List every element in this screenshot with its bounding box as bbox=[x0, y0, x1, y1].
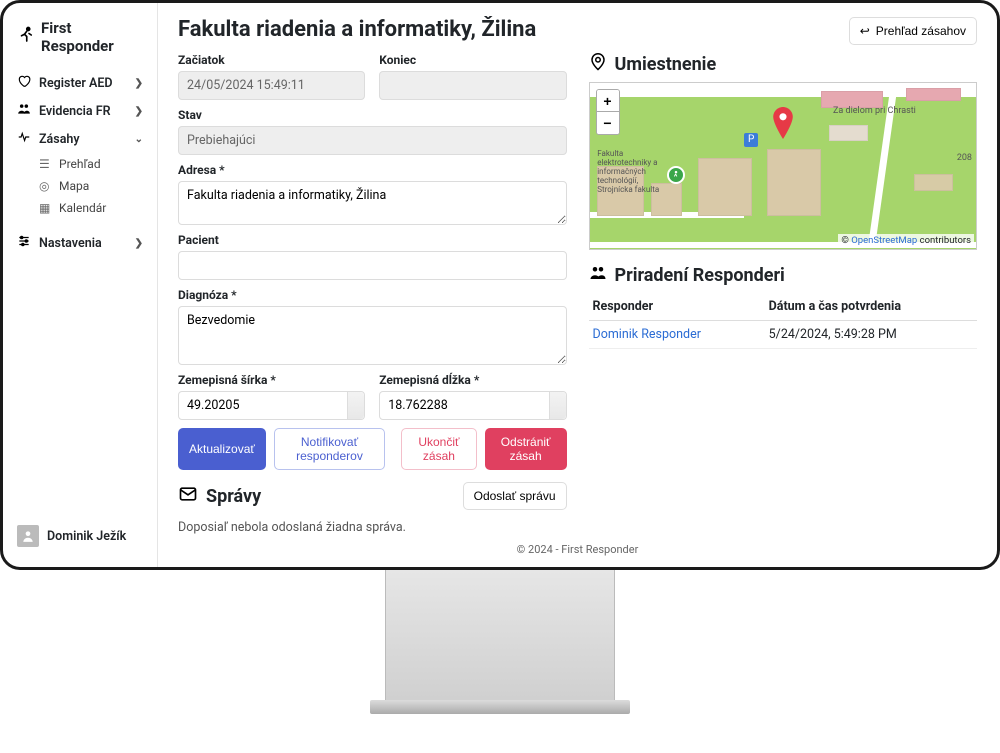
responders-title: Priradení Responderi bbox=[615, 265, 785, 286]
delete-button[interactable]: Odstrániť zásah bbox=[485, 428, 567, 470]
user-box[interactable]: Dominik Ježík bbox=[11, 517, 149, 555]
page-title: Fakulta riadenia a informatiky, Žilina bbox=[178, 17, 536, 42]
brand-logo[interactable]: First Responder bbox=[11, 15, 149, 69]
messages-title: Správy bbox=[206, 486, 261, 507]
people-icon bbox=[589, 264, 607, 287]
responder-link[interactable]: Dominik Responder bbox=[593, 327, 701, 342]
label-dlzka: Zemepisná dĺžka * bbox=[379, 373, 566, 387]
sidebar-sub-kalendar[interactable]: ▦ Kalendár bbox=[11, 197, 149, 219]
nav-label: Evidencia FR bbox=[39, 104, 111, 119]
table-row: Dominik Responder 5/24/2024, 5:49:28 PM bbox=[589, 321, 978, 349]
input-dlzka[interactable] bbox=[379, 391, 566, 420]
location-title: Umiestnenie bbox=[615, 54, 717, 75]
messages-empty: Doposiaľ nebola odoslaná žiadna správa. bbox=[178, 520, 567, 535]
avatar bbox=[17, 525, 39, 547]
list-icon: ☰ bbox=[39, 157, 51, 171]
sidebar-item-register-aed[interactable]: Register AED ❯ bbox=[11, 69, 149, 97]
chevron-down-icon: ⌄ bbox=[135, 134, 143, 145]
location-icon bbox=[589, 53, 607, 76]
zoom-in-button[interactable]: + bbox=[597, 90, 619, 112]
runner-icon bbox=[17, 26, 35, 48]
pulse-icon bbox=[17, 130, 31, 148]
walker-marker bbox=[667, 166, 685, 184]
update-button[interactable]: Aktualizovať bbox=[178, 428, 266, 470]
sidebar-sub-prehlad[interactable]: ☰ Prehľad bbox=[11, 153, 149, 175]
label-koniec: Koniec bbox=[379, 53, 566, 67]
sub-label: Kalendár bbox=[59, 201, 106, 215]
zoom-out-button[interactable]: − bbox=[597, 112, 619, 134]
sub-label: Prehľad bbox=[59, 157, 101, 171]
input-pacient[interactable] bbox=[178, 251, 567, 280]
sidebar-item-zasahy[interactable]: Zásahy ⌄ bbox=[11, 125, 149, 153]
textarea-diagnoza[interactable] bbox=[178, 306, 567, 365]
map[interactable]: P Za dielom pri Chrasti Fakulta elektrot… bbox=[589, 82, 978, 250]
map-pin bbox=[772, 107, 794, 143]
map-label: Za dielom pri Chrasti bbox=[833, 106, 916, 116]
heart-icon bbox=[17, 74, 31, 92]
label-pacient: Pacient bbox=[178, 233, 567, 247]
col-datetime: Dátum a čas potvrdenia bbox=[765, 293, 977, 321]
label-stav: Stav bbox=[178, 108, 567, 122]
user-name: Dominik Ježík bbox=[47, 529, 126, 544]
textarea-adresa[interactable] bbox=[178, 181, 567, 225]
overview-button[interactable]: ↩ Prehľad zásahov bbox=[849, 17, 977, 45]
sidebar-item-nastavenia[interactable]: Nastavenia ❯ bbox=[11, 229, 149, 257]
chevron-right-icon: ❯ bbox=[135, 78, 143, 89]
nav-label: Nastavenia bbox=[39, 236, 102, 251]
responders-table: Responder Dátum a čas potvrdenia Dominik… bbox=[589, 293, 978, 349]
map-zoom: + − bbox=[596, 89, 620, 135]
return-icon: ↩ bbox=[860, 24, 870, 38]
osm-link[interactable]: OpenStreetMap bbox=[851, 235, 917, 246]
map-label: 208 bbox=[957, 153, 972, 163]
parking-icon: P bbox=[744, 133, 758, 147]
calendar-icon: ▦ bbox=[39, 201, 51, 215]
sidebar-sub-mapa[interactable]: ◎ Mapa bbox=[11, 175, 149, 197]
footer: © 2024 - First Responder bbox=[178, 535, 977, 560]
send-message-button[interactable]: Odoslať správu bbox=[463, 482, 567, 510]
label-sirka: Zemepisná šírka * bbox=[178, 373, 365, 387]
map-attribution: © OpenStreetMap contributors bbox=[838, 234, 974, 247]
people-icon bbox=[17, 102, 31, 120]
chevron-right-icon: ❯ bbox=[135, 238, 143, 249]
responder-datetime: 5/24/2024, 5:49:28 PM bbox=[765, 321, 977, 349]
chevron-right-icon: ❯ bbox=[135, 106, 143, 117]
label-adresa: Adresa * bbox=[178, 163, 567, 177]
input-stav bbox=[178, 126, 567, 155]
sidebar: First Responder Register AED ❯ bbox=[3, 3, 158, 567]
sidebar-item-evidencia-fr[interactable]: Evidencia FR ❯ bbox=[11, 97, 149, 125]
label-diagnoza: Diagnóza * bbox=[178, 288, 567, 302]
mail-icon bbox=[178, 484, 198, 509]
main-content: Fakulta riadenia a informatiky, Žilina ↩… bbox=[158, 3, 997, 567]
end-button[interactable]: Ukončiť zásah bbox=[401, 428, 477, 470]
sliders-icon bbox=[17, 234, 31, 252]
sub-label: Mapa bbox=[59, 179, 89, 193]
pin-icon: ◎ bbox=[39, 179, 51, 193]
label-zaciatok: Začiatok bbox=[178, 53, 365, 67]
overview-label: Prehľad zásahov bbox=[876, 24, 966, 38]
nav-label: Zásahy bbox=[39, 132, 80, 147]
col-responder: Responder bbox=[589, 293, 765, 321]
input-koniec bbox=[379, 71, 566, 100]
input-sirka[interactable] bbox=[178, 391, 365, 420]
brand-text: First Responder bbox=[41, 19, 143, 55]
notify-button[interactable]: Notifikovať responderov bbox=[274, 428, 385, 470]
input-zaciatok bbox=[178, 71, 365, 100]
map-label: Fakulta elektrotechniky a informačných t… bbox=[597, 149, 667, 194]
nav-label: Register AED bbox=[39, 76, 113, 91]
